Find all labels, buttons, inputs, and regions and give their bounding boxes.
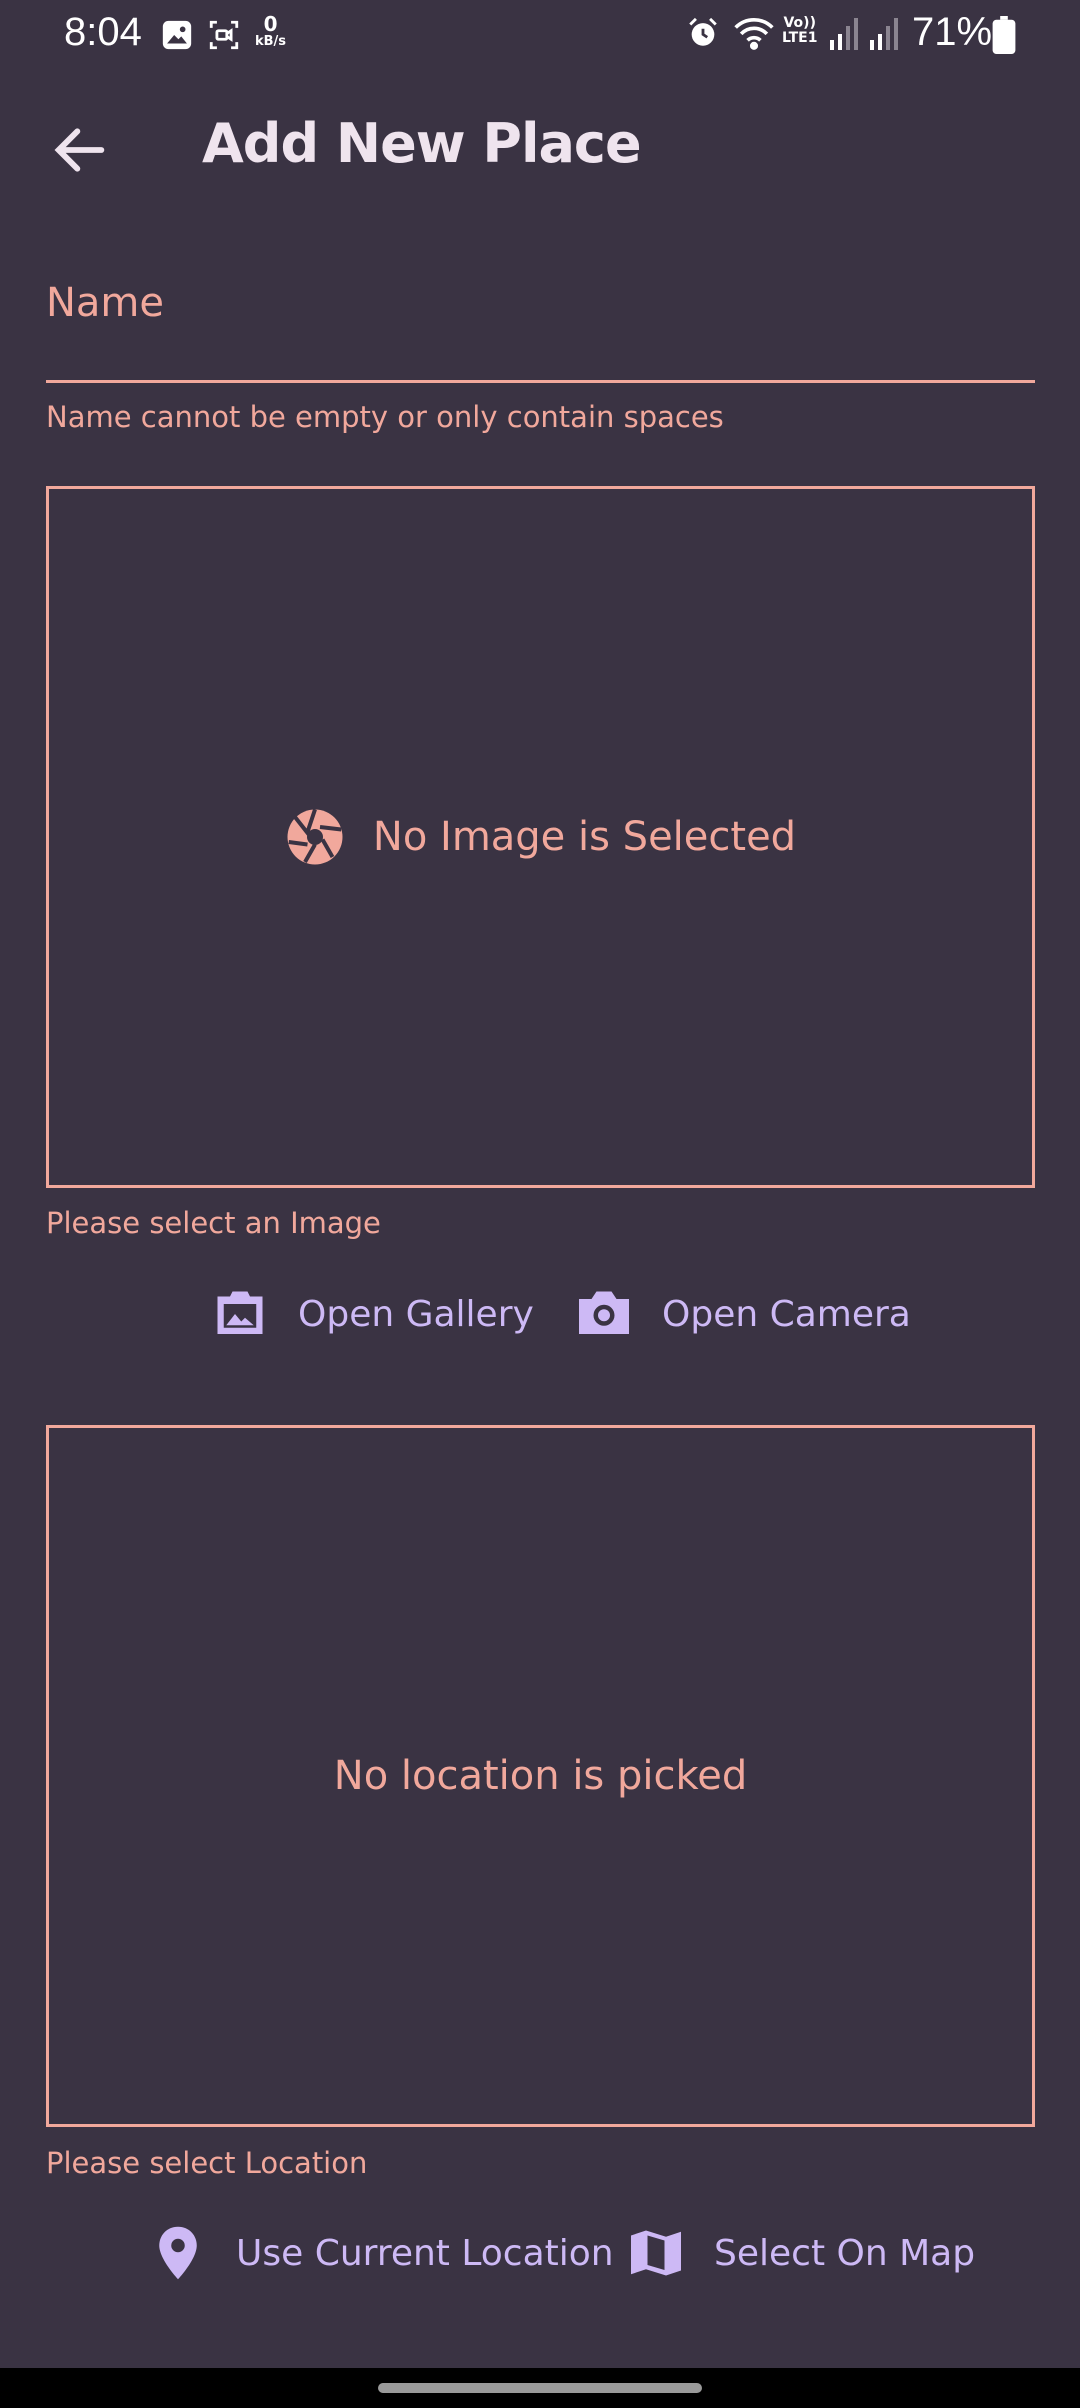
- back-button[interactable]: [48, 118, 112, 182]
- arrow-left-icon: [54, 128, 105, 172]
- network-speed: 0 kB/s: [255, 14, 286, 50]
- volte-indicator: Vo)) LTE1: [782, 16, 817, 46]
- no-image-text: No Image is Selected: [372, 814, 797, 860]
- use-current-location-button[interactable]: Use Current Location: [148, 2217, 614, 2289]
- select-on-map-button[interactable]: Select On Map: [626, 2217, 975, 2289]
- no-location-text: No location is picked: [333, 1753, 748, 1799]
- battery-icon: [992, 16, 1016, 54]
- use-current-location-label: Use Current Location: [236, 2232, 614, 2274]
- name-error-text: Name cannot be empty or only contain spa…: [46, 400, 724, 434]
- name-field-underline: [46, 380, 1035, 383]
- select-on-map-label: Select On Map: [714, 2232, 976, 2274]
- open-gallery-label: Open Gallery: [298, 1293, 534, 1335]
- wifi-icon: [734, 17, 774, 50]
- name-field-label: Name: [46, 280, 165, 326]
- location-preview-box: No location is picked: [46, 1425, 1035, 2127]
- location-pin-icon: [159, 2226, 197, 2280]
- image-notification-icon: [162, 20, 192, 50]
- name-field[interactable]: [46, 260, 1035, 384]
- open-camera-label: Open Camera: [662, 1293, 911, 1335]
- status-bar: 8:04 0 kB/s Vo)) LTE1 71%: [0, 0, 1080, 70]
- open-gallery-button[interactable]: Open Gallery: [210, 1278, 534, 1350]
- network-speed-unit: kB/s: [255, 34, 287, 49]
- signal-icon-sim2: [870, 18, 898, 50]
- camera-icon: [579, 1291, 629, 1334]
- home-gesture-handle[interactable]: [378, 2383, 702, 2393]
- gallery-icon: [217, 1291, 263, 1334]
- signal-icon-sim1: [830, 18, 858, 50]
- map-icon: [631, 2230, 681, 2276]
- network-speed-value: 0: [263, 12, 278, 36]
- page-title: Add New Place: [202, 112, 642, 175]
- screen-record-icon: [209, 20, 239, 50]
- location-error-text: Please select Location: [46, 2146, 368, 2180]
- volte-line1: Vo)): [783, 15, 816, 31]
- alarm-icon: [689, 17, 717, 46]
- battery-percentage: 71%: [912, 10, 993, 54]
- image-preview-box: No Image is Selected: [46, 486, 1035, 1188]
- image-error-text: Please select an Image: [46, 1206, 381, 1240]
- status-time: 8:04: [64, 10, 142, 54]
- volte-line2: LTE1: [782, 30, 818, 46]
- open-camera-button[interactable]: Open Camera: [574, 1278, 911, 1350]
- camera-shutter-icon: [287, 808, 343, 865]
